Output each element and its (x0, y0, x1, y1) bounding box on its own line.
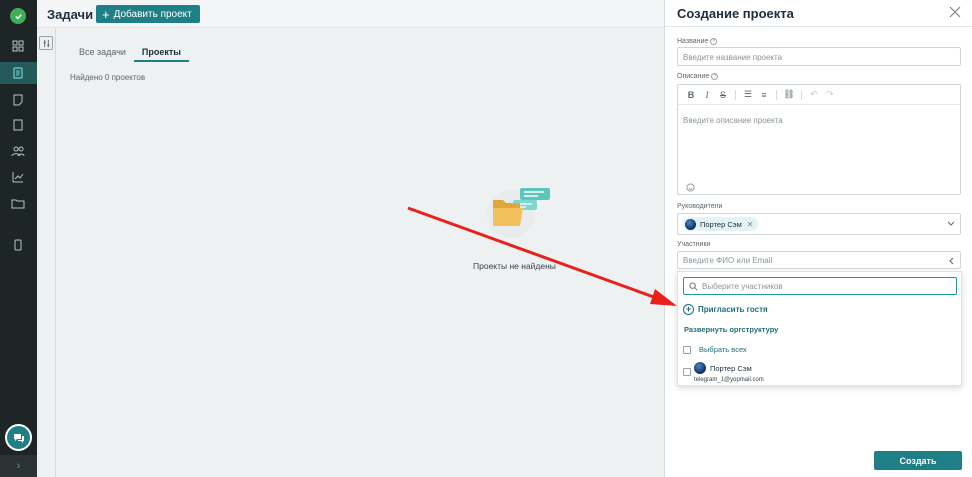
editor-toolbar: B I S ☰ ≡ ⛓ ↶ ↷ (678, 85, 960, 105)
name-placeholder: Введите название проекта (683, 53, 783, 62)
plus-circle-icon: + (683, 304, 694, 315)
manager-chip-label: Портер Сэм (700, 219, 742, 229)
tabs: Все задачи Проекты (71, 44, 189, 62)
chevron-left-icon (949, 257, 954, 265)
participants-search-input[interactable]: Выберите участников (683, 277, 957, 295)
add-project-button[interactable]: + Добавить проект (96, 5, 200, 23)
divider (776, 89, 777, 100)
select-all-label: Выбрать всех (699, 345, 747, 354)
checkbox[interactable] (683, 368, 691, 376)
description-label-text: Описание (677, 73, 710, 80)
numbered-list-icon[interactable]: ≡ (757, 88, 771, 102)
document-icon[interactable] (11, 118, 25, 132)
name-label-text: Название (677, 38, 709, 45)
divider (735, 89, 736, 100)
sidebar: › (0, 0, 37, 477)
link-icon[interactable]: ⛓ (782, 88, 796, 102)
participants-placeholder: Введите ФИО или Email (683, 256, 773, 265)
manager-chip: Портер Сэм ✕ (683, 217, 759, 231)
bold-icon[interactable]: B (684, 88, 698, 102)
redo-icon[interactable]: ↷ (823, 88, 837, 102)
name-input[interactable]: Введите название проекта (677, 47, 961, 66)
user-name: Портер Сэм (710, 364, 752, 373)
create-project-drawer: Создание проекта Название? Введите назва… (664, 0, 972, 477)
participants-search-placeholder: Выберите участников (702, 282, 783, 291)
chevron-down-icon (947, 221, 955, 226)
name-label: Название? (677, 38, 718, 45)
chevron-right-icon: › (16, 460, 21, 472)
chat-icon (13, 433, 24, 443)
close-icon[interactable] (949, 6, 961, 18)
page-title: Задачи (47, 7, 94, 22)
help-icon[interactable]: ? (711, 73, 719, 80)
avatar (685, 218, 696, 230)
invite-guest-button[interactable]: + Пригласить гостя (683, 304, 768, 315)
found-count: Найдено 0 проектов (70, 73, 146, 82)
users-icon[interactable] (11, 144, 25, 158)
help-icon[interactable]: ? (710, 38, 718, 45)
divider (55, 28, 56, 477)
dashboard-icon[interactable] (11, 39, 25, 53)
select-all-option[interactable]: Выбрать всех (683, 345, 747, 354)
plus-icon: + (102, 6, 110, 22)
phone-icon[interactable] (11, 238, 25, 252)
emoji-icon[interactable] (686, 183, 695, 192)
checkbox[interactable] (683, 345, 691, 354)
empty-state-text: Проекты не найдены (473, 261, 556, 271)
divider (665, 26, 972, 27)
strikethrough-icon[interactable]: S (716, 88, 730, 102)
managers-label: Руководители (677, 203, 723, 210)
chat-button[interactable] (5, 424, 32, 451)
topbar: Задачи + Добавить проект (37, 0, 664, 28)
description-label: Описание? (677, 73, 719, 80)
folder-icon[interactable] (11, 196, 25, 210)
participants-dropdown: Выберите участников + Пригласить гостя Р… (677, 271, 962, 386)
remove-chip-icon[interactable]: ✕ (747, 220, 754, 229)
avatar (694, 362, 706, 374)
create-button[interactable]: Создать (874, 451, 962, 470)
participants-input[interactable]: Введите ФИО или Email (677, 251, 961, 269)
bullet-list-icon[interactable]: ☰ (741, 88, 755, 102)
add-project-label: Добавить проект (113, 8, 192, 20)
description-placeholder: Введите описание проекта (683, 116, 783, 125)
main-area: Задачи + Добавить проект Все задачи Прое… (37, 0, 664, 477)
chart-icon[interactable] (11, 170, 25, 184)
tab-all-tasks[interactable]: Все задачи (71, 44, 134, 62)
tab-projects[interactable]: Проекты (133, 44, 189, 62)
folder-icon (487, 188, 550, 238)
undo-icon[interactable]: ↶ (807, 88, 821, 102)
sliders-icon (43, 39, 49, 47)
search-icon (689, 282, 698, 291)
filter-toggle-button[interactable] (39, 36, 53, 50)
logo-icon[interactable] (10, 8, 26, 24)
italic-icon[interactable]: I (700, 88, 714, 102)
expand-org-link[interactable]: Развернуть оргструктуру (684, 325, 778, 334)
drawer-title: Создание проекта (677, 6, 794, 21)
participants-label: Участники (677, 241, 711, 248)
notes-icon[interactable] (11, 93, 25, 107)
managers-select[interactable]: Портер Сэм ✕ (677, 213, 961, 235)
user-email: telegram_1@yopmail.com (694, 377, 764, 383)
description-editor[interactable]: B I S ☰ ≡ ⛓ ↶ ↷ Введите описание проекта (677, 84, 961, 195)
invite-guest-label: Пригласить гостя (698, 305, 768, 314)
sidebar-expand-button[interactable]: › (0, 455, 37, 477)
tasks-icon[interactable] (11, 66, 25, 80)
divider (801, 89, 802, 100)
